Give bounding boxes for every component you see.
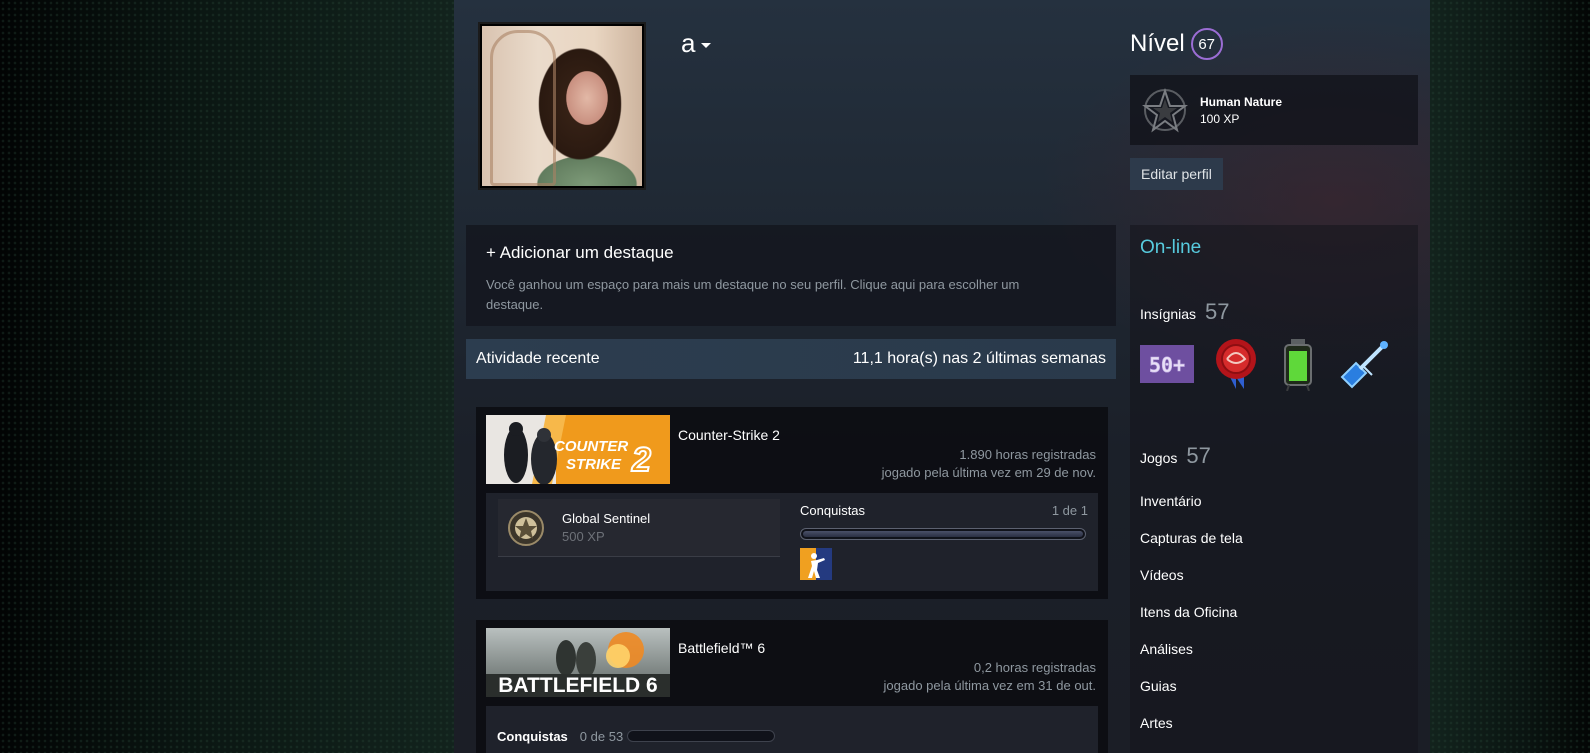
game-hours: 1.890 horas registradas (959, 447, 1096, 462)
sidebar-link-guides[interactable]: Guias (1140, 678, 1408, 694)
badge-50-text: 50+ (1149, 353, 1185, 377)
favorite-badge-xp: 100 XP (1200, 111, 1240, 126)
favorite-badge[interactable]: Human Nature 100 XP (1130, 75, 1418, 145)
achievements-label: Conquistas (497, 728, 568, 744)
profile-level: Nível 67 (1130, 28, 1223, 60)
game-capsule-battlefield-6[interactable]: BATTLEFIELD 6 (486, 628, 670, 697)
recent-activity-header: Atividade recente 11,1 hora(s) nas 2 últ… (466, 339, 1116, 379)
online-status: On-line (1140, 237, 1202, 258)
game-name[interactable]: Battlefield™ 6 (678, 640, 765, 656)
achievement-summary-head: Conquistas 1 de 1 (800, 503, 1088, 518)
games-count: 57 (1186, 443, 1211, 468)
game-capsule-counter-strike-2[interactable]: COUNTER STRIKE 2 (486, 415, 670, 484)
featured-achievement[interactable]: Global Sentinel 500 XP (498, 499, 780, 557)
achievements-label: Conquistas (800, 503, 866, 518)
sidebar-link-workshop-items[interactable]: Itens da Oficina (1140, 604, 1408, 620)
game-last-played: jogado pela última vez em 29 de nov. (881, 465, 1096, 480)
capsule-text-battlefield: BATTLEFIELD 6 (498, 674, 657, 697)
achievement-xp: 500 XP (562, 529, 605, 544)
green-battery-badge-icon[interactable] (1278, 337, 1318, 391)
50-plus-badge-icon[interactable]: 50+ (1140, 337, 1194, 391)
badges-list: 50+ (1140, 337, 1408, 391)
sidebar-link-reviews[interactable]: Análises (1140, 641, 1408, 657)
games-row-header[interactable]: Jogos 57 (1140, 443, 1408, 469)
counter-strike-achievement-icon[interactable] (800, 548, 832, 580)
global-sentinel-achievement-icon (508, 509, 544, 546)
favorite-badge-name: Human Nature (1200, 94, 1283, 109)
achievement-progress-bar (627, 730, 776, 742)
achievements-count: 0 de 53 (579, 728, 624, 744)
games-label: Jogos (1140, 450, 1178, 466)
achievement-summary[interactable]: Conquistas 0 de 53 (486, 706, 1098, 753)
blue-guitar-badge-icon[interactable] (1336, 337, 1390, 391)
edit-profile-button[interactable]: Editar perfil (1130, 158, 1223, 190)
achievement-progress-bar (800, 528, 1086, 540)
favorite-badge-text: Human Nature 100 XP (1200, 95, 1282, 126)
persona-name[interactable]: a (681, 28, 712, 59)
game-hours: 0,2 horas registradas (973, 660, 1096, 675)
level-label: Nível (1130, 30, 1185, 57)
pentagram-icon (1142, 87, 1188, 133)
counter-strike-capsule-art: COUNTER STRIKE 2 (486, 415, 670, 484)
recent-activity-hours: 11,1 hora(s) nas 2 últimas semanas (852, 350, 1106, 367)
achievement-area: Global Sentinel 500 XP Conquistas 1 de 1 (486, 493, 1098, 591)
persona-name-text: a (681, 28, 696, 58)
page-background-left (0, 0, 455, 753)
achievements-count: 1 de 1 (1051, 503, 1088, 518)
featured-achievement-text: Global Sentinel 500 XP (562, 511, 650, 544)
sidebar-link-artwork[interactable]: Artes (1140, 715, 1408, 731)
badges-row-header[interactable]: Insígnias 57 (1140, 299, 1408, 325)
capsule-text-2: 2 (631, 441, 651, 479)
wax-seal-badge-icon[interactable] (1212, 337, 1260, 391)
badges-label: Insígnias (1140, 306, 1197, 322)
achievement-summary[interactable]: Conquistas 1 de 1 (800, 503, 1088, 584)
capsule-text-counter: COUNTER (554, 438, 628, 455)
avatar-image (482, 26, 642, 186)
showcase-title: + Adicionar um destaque (486, 243, 674, 262)
sidebar-link-videos[interactable]: Vídeos (1140, 567, 1408, 583)
add-showcase[interactable]: + Adicionar um destaque Você ganhou um e… (466, 225, 1116, 326)
sidebar-link-screenshots[interactable]: Capturas de tela (1140, 530, 1408, 546)
game-card-counter-strike-2: COUNTER STRIKE 2 Counter-Strike 2 1.890 … (476, 407, 1108, 599)
capsule-text-strike: STRIKE (566, 456, 622, 473)
battlefield-capsule-art: BATTLEFIELD 6 (486, 628, 670, 697)
chevron-down-icon[interactable] (701, 42, 712, 48)
game-last-played: jogado pela última vez em 31 de out. (883, 678, 1096, 693)
profile-sidebar: On-line Insígnias 57 50+ Jogos 57 Invent… (1130, 225, 1418, 753)
sidebar-links: Inventário Capturas de tela Vídeos Itens… (1140, 493, 1408, 731)
achievement-name: Global Sentinel (562, 511, 651, 526)
achievement-progress-fill (803, 531, 1083, 537)
game-card-battlefield-6: BATTLEFIELD 6 Battlefield™ 6 0,2 horas r… (476, 620, 1108, 753)
page-background-right (1430, 0, 1590, 753)
level-badge[interactable]: 67 (1190, 28, 1223, 60)
badges-count: 57 (1205, 299, 1230, 324)
showcase-description: Você ganhou um espaço para mais um desta… (486, 277, 1020, 312)
sidebar-link-inventory[interactable]: Inventário (1140, 493, 1408, 509)
avatar[interactable] (478, 22, 646, 190)
recent-activity-title: Atividade recente (476, 350, 600, 367)
game-name[interactable]: Counter-Strike 2 (678, 427, 780, 443)
